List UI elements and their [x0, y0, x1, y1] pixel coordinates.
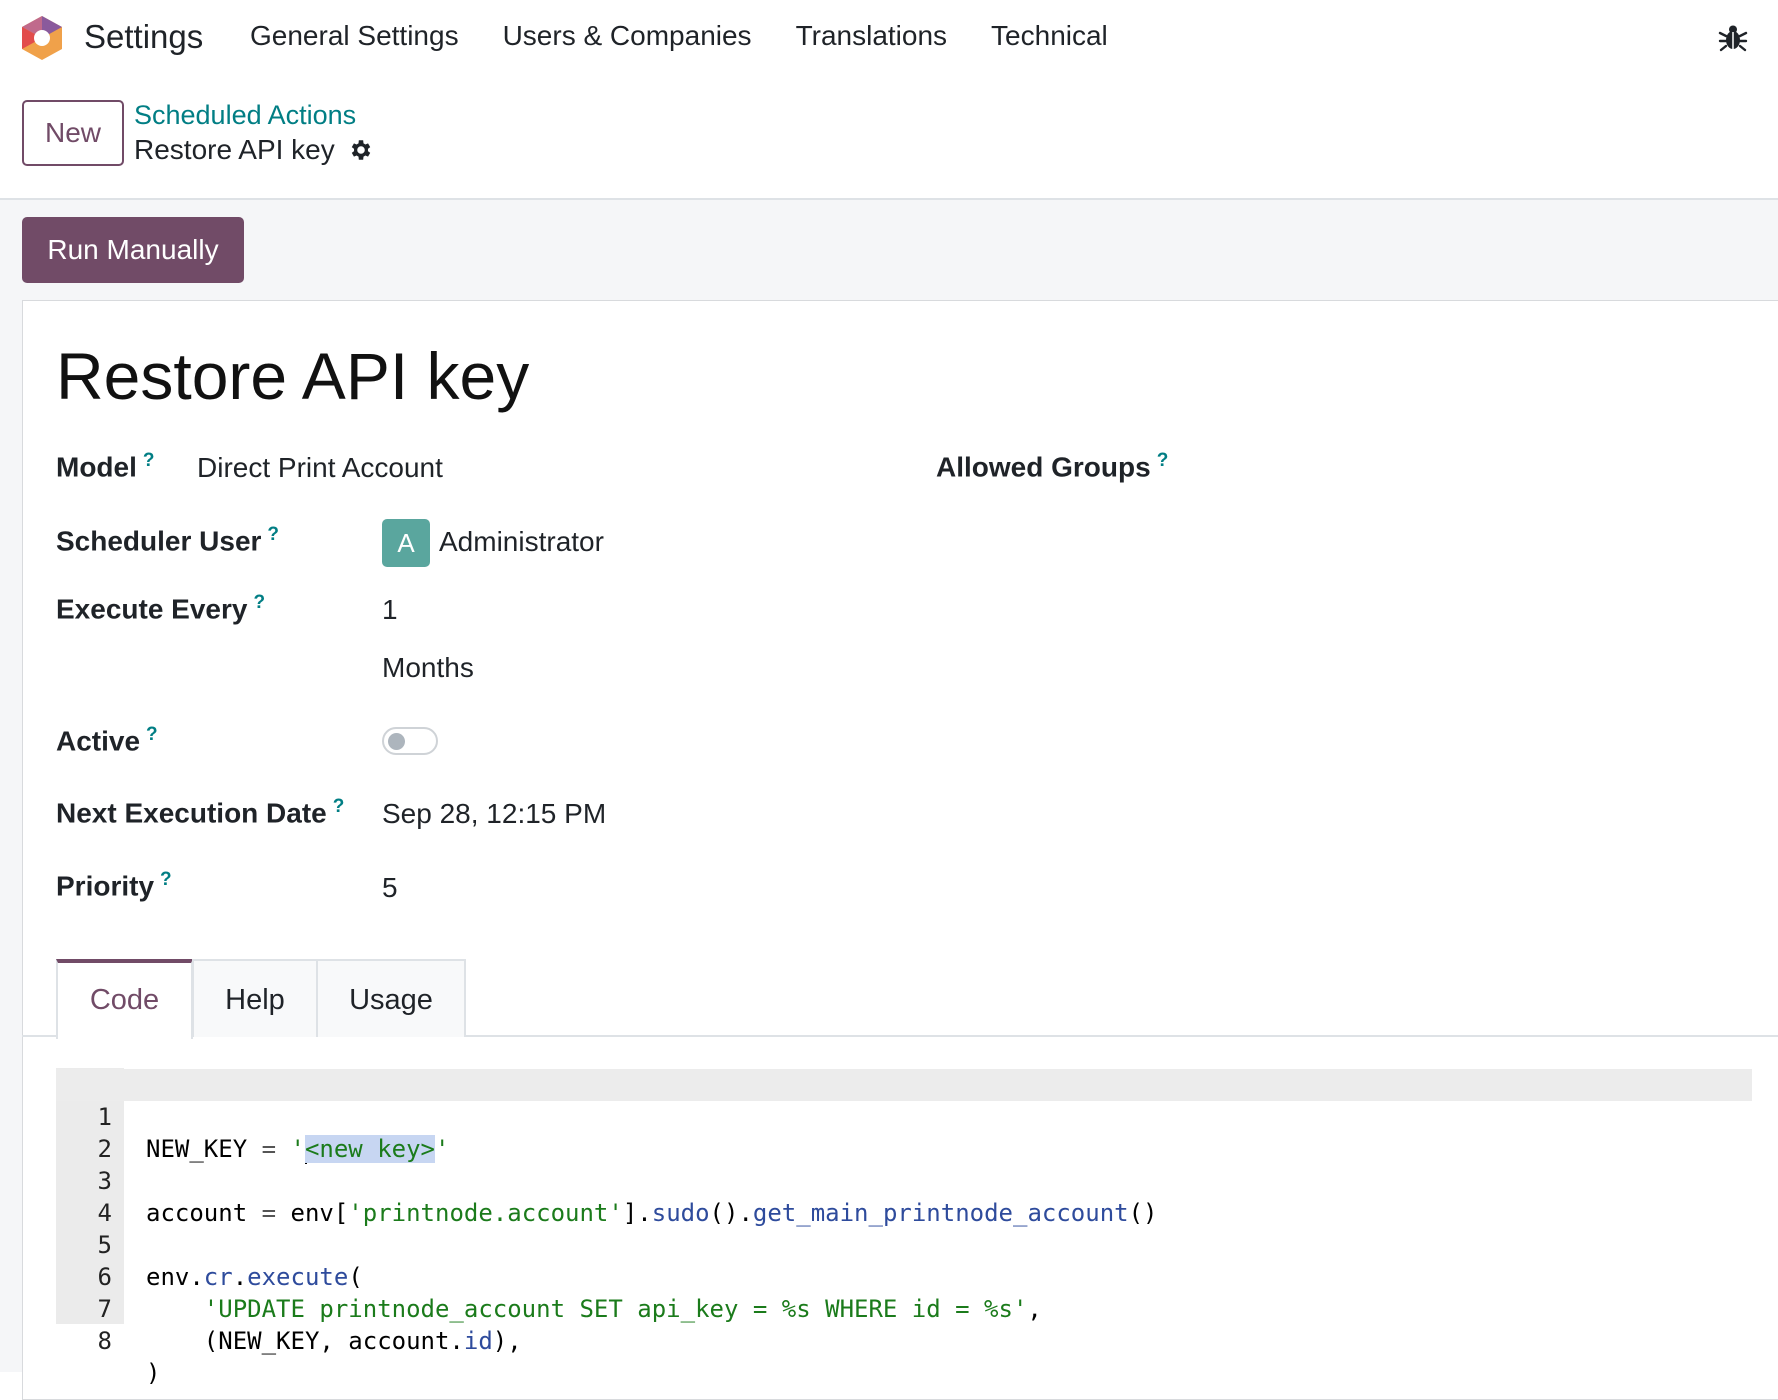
code-line[interactable]: 6 'UPDATE printnode_account SET api_key …: [56, 1229, 1752, 1323]
menu-technical[interactable]: Technical: [991, 20, 1108, 52]
scheduler-user-value[interactable]: Administrator: [439, 526, 604, 558]
gear-icon[interactable]: [348, 137, 374, 163]
execute-every-label: Execute Every?: [56, 592, 266, 625]
code-line[interactable]: 4: [56, 1165, 1752, 1227]
control-panel: New Scheduled Actions Restore API key: [0, 74, 1778, 200]
help-icon[interactable]: ?: [160, 869, 172, 890]
priority-value[interactable]: 5: [382, 872, 398, 904]
active-toggle[interactable]: [382, 727, 438, 755]
help-icon[interactable]: ?: [1157, 450, 1169, 471]
line-number: 8: [97, 1327, 112, 1355]
menu-users-companies[interactable]: Users & Companies: [503, 20, 752, 52]
execute-every-unit[interactable]: Months: [382, 652, 474, 684]
execute-every-value[interactable]: 1: [382, 594, 398, 626]
help-icon[interactable]: ?: [253, 592, 265, 613]
tab-code[interactable]: Code: [56, 959, 193, 1039]
code-line[interactable]: 8 ): [56, 1293, 1752, 1387]
next-execution-date-label: Next Execution Date?: [56, 796, 345, 829]
top-navbar: Settings General Settings Users & Compan…: [0, 0, 1778, 74]
tab-help[interactable]: Help: [192, 959, 318, 1037]
code-line[interactable]: 1 NEW_KEY = '<new key>': [56, 1069, 1752, 1164]
allowed-groups-label: Allowed Groups?: [936, 450, 1169, 483]
scheduler-user-label: Scheduler User?: [56, 524, 280, 557]
priority-label: Priority?: [56, 869, 172, 902]
bug-icon[interactable]: [1718, 22, 1748, 52]
active-label: Active?: [56, 724, 158, 757]
code-text[interactable]: ): [146, 1357, 160, 1389]
next-execution-date-value[interactable]: Sep 28, 12:15 PM: [382, 798, 606, 830]
new-button[interactable]: New: [22, 100, 124, 166]
main-menu: General Settings Users & Companies Trans…: [250, 20, 1152, 52]
breadcrumb-current: Restore API key: [134, 134, 335, 165]
app-name[interactable]: Settings: [84, 18, 203, 56]
code-line[interactable]: 2: [56, 1101, 1752, 1163]
model-label: Model?: [56, 450, 155, 483]
code-text[interactable]: (NEW_KEY, account.id),: [146, 1325, 522, 1357]
breadcrumb-scheduled-actions[interactable]: Scheduled Actions: [134, 100, 356, 131]
code-line[interactable]: 7 (NEW_KEY, account.id),: [56, 1261, 1752, 1355]
help-icon[interactable]: ?: [267, 524, 279, 545]
tab-usage[interactable]: Usage: [316, 959, 466, 1037]
run-manually-button[interactable]: Run Manually: [22, 217, 244, 283]
menu-general-settings[interactable]: General Settings: [250, 20, 459, 52]
toggle-knob: [388, 733, 405, 750]
avatar: A: [382, 519, 430, 567]
help-icon[interactable]: ?: [143, 450, 155, 471]
code-line[interactable]: 5 env.cr.execute(: [56, 1197, 1752, 1291]
record-title[interactable]: Restore API key: [56, 338, 529, 414]
app-logo-icon[interactable]: [20, 14, 64, 62]
menu-translations[interactable]: Translations: [796, 20, 947, 52]
help-icon[interactable]: ?: [333, 796, 345, 817]
model-value: Direct Print Account: [197, 452, 443, 483]
help-icon[interactable]: ?: [146, 724, 158, 745]
code-line[interactable]: 3 account = env['printnode.account'].sud…: [56, 1133, 1752, 1227]
